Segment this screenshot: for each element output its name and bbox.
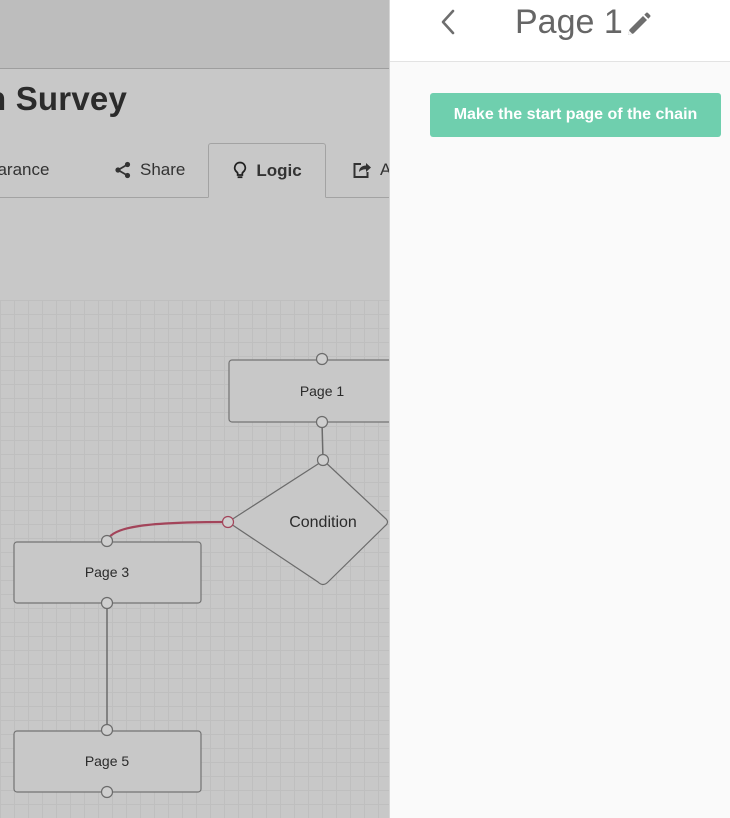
flow-node-page3-label: Page 3 bbox=[85, 564, 130, 580]
port-page3-in[interactable] bbox=[100, 534, 114, 548]
make-start-page-button[interactable]: Make the start page of the chain bbox=[430, 93, 721, 137]
port-page1-in[interactable] bbox=[315, 352, 329, 366]
page-settings-panel: Page 1 Make the start page of the chain bbox=[389, 0, 730, 818]
port-page1-out[interactable] bbox=[315, 415, 329, 429]
back-button[interactable] bbox=[436, 9, 460, 40]
flow-node-page5-label: Page 5 bbox=[85, 753, 130, 769]
port-condition-in[interactable] bbox=[316, 453, 330, 467]
app-window: n Survey earance Share bbox=[0, 0, 730, 818]
flow-node-page1[interactable]: Page 1 bbox=[228, 359, 390, 423]
panel-title: Page 1 bbox=[515, 3, 623, 41]
edge-condition-page3 bbox=[105, 520, 229, 542]
port-page3-out[interactable] bbox=[100, 596, 114, 610]
flow-node-page5[interactable]: Page 5 bbox=[13, 730, 202, 793]
chevron-left-icon bbox=[440, 9, 456, 40]
pencil-icon[interactable] bbox=[624, 11, 652, 39]
port-page5-out[interactable] bbox=[100, 785, 114, 799]
flow-node-condition[interactable]: Condition bbox=[226, 459, 389, 586]
flow-diagram: Page 1 Condition Page 3 Page 5 bbox=[13, 352, 390, 799]
port-condition-out[interactable] bbox=[221, 515, 235, 529]
flow-node-page3[interactable]: Page 3 bbox=[13, 541, 202, 604]
flow-node-page1-label: Page 1 bbox=[300, 383, 345, 399]
port-page5-in[interactable] bbox=[100, 723, 114, 737]
panel-header: Page 1 bbox=[390, 0, 730, 62]
flow-node-condition-label: Condition bbox=[289, 514, 357, 531]
